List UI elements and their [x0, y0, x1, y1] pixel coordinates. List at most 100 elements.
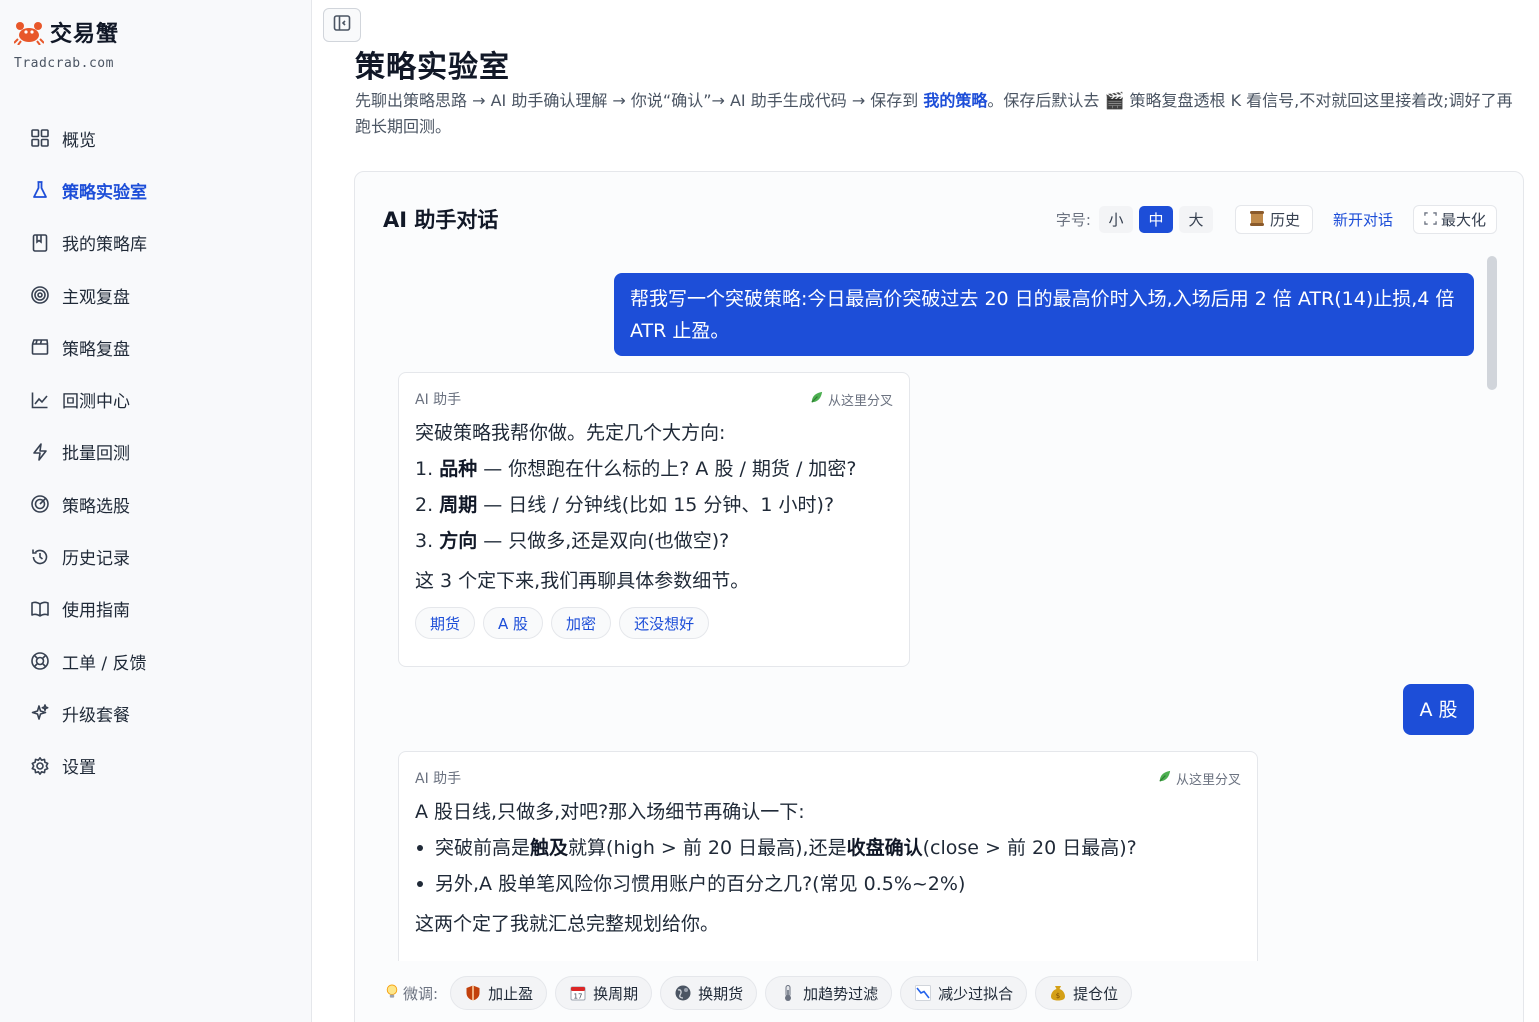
finetune-button-label: 换期货 — [698, 984, 744, 1003]
chat-toolbar: 字号: 小 中 大 历史 新开对话 最大化 — [1056, 205, 1497, 234]
my-strategies-link[interactable]: 我的策略 — [923, 91, 987, 110]
history-icon — [30, 547, 50, 567]
page-description: 先聊出策略思路 → AI 助手确认理解 → 你说“确认”→ AI 助手生成代码 … — [355, 88, 1520, 140]
page-description-text: 先聊出策略思路 → AI 助手确认理解 → 你说“确认”→ AI 助手生成代码 … — [355, 91, 924, 110]
sidebar-item-label: 设置 — [62, 758, 96, 779]
lightning-icon — [30, 442, 50, 462]
sidebar-item-guide[interactable]: 使用指南 — [0, 583, 312, 635]
shield-icon — [464, 984, 482, 1002]
sidebar-item-my-strategies[interactable]: 我的策略库 — [0, 217, 312, 269]
fork-label: 从这里分叉 — [827, 393, 893, 409]
sidebar-item-label: 回测中心 — [62, 392, 130, 413]
ai-chat-panel: AI 助手对话 字号: 小 中 大 历史 新开对话 最大化 帮我写一个突破策略:… — [354, 171, 1524, 1022]
line-chart-icon — [30, 390, 50, 410]
sidebar-item-strategy-lab[interactable]: 策略实验室 — [0, 164, 312, 216]
new-chat-button[interactable]: 新开对话 — [1333, 209, 1393, 230]
font-size-small-button[interactable]: 小 — [1098, 206, 1133, 233]
brand-url: Tradcrab.com — [14, 56, 114, 71]
sidebar-item-label: 策略选股 — [62, 496, 130, 517]
page-title: 策略实验室 — [355, 50, 510, 85]
lightbulb-icon — [385, 983, 399, 1004]
sidebar-collapse-icon — [332, 13, 352, 37]
finetune-bar: 微调: 加止盈 17 换周期 换期货 加趋势过滤 减少过拟合 $ 提仓位 — [385, 976, 1133, 1010]
maximize-icon — [1424, 211, 1437, 229]
clapperboard-icon — [30, 337, 50, 357]
finetune-button-label: 减少过拟合 — [938, 984, 1014, 1003]
sidebar-item-label: 历史记录 — [62, 549, 130, 570]
fork-label: 从这里分叉 — [1175, 772, 1241, 788]
scroll-icon — [1248, 209, 1266, 231]
flask-icon — [30, 180, 50, 200]
sidebar-item-subjective-review[interactable]: 主观复盘 — [0, 269, 312, 321]
sidebar-item-overview[interactable]: 概览 — [0, 112, 312, 164]
list-item: 1. 品种 — 你想跑在什么标的上? A 股 / 期货 / 加密? — [415, 458, 857, 480]
finetune-button-label: 加趋势过滤 — [803, 984, 879, 1003]
money-bag-icon: $ — [1049, 984, 1067, 1002]
brand-name: 交易蟹 — [50, 22, 120, 47]
quick-reply-a-share[interactable]: A 股 — [483, 607, 544, 639]
finetune-label-wrap: 微调: — [385, 983, 438, 1004]
sidebar-item-label: 策略实验室 — [62, 182, 147, 203]
trend-down-icon — [914, 984, 932, 1002]
sidebar-item-backtest-center[interactable]: 回测中心 — [0, 373, 312, 425]
finetune-add-take-profit-button[interactable]: 加止盈 — [450, 976, 548, 1010]
finetune-change-period-button[interactable]: 17 换周期 — [555, 976, 653, 1010]
sidebar-item-label: 升级套餐 — [62, 705, 130, 726]
bookmark-icon — [30, 233, 50, 253]
sidebar-item-settings[interactable]: 设置 — [0, 740, 312, 792]
maximize-button[interactable]: 最大化 — [1412, 205, 1497, 234]
finetune-increase-position-button[interactable]: $ 提仓位 — [1035, 976, 1133, 1010]
sidebar: 交易蟹 Tradcrab.com 概览 策略实验室 我的策略库 主观复盘 策略复… — [0, 0, 312, 1022]
book-icon — [30, 599, 50, 619]
chat-title: AI 助手对话 — [383, 208, 499, 232]
sidebar-item-history[interactable]: 历史记录 — [0, 530, 312, 582]
finetune-button-label: 提仓位 — [1073, 984, 1119, 1003]
finetune-reduce-overfitting-button[interactable]: 减少过拟合 — [900, 976, 1028, 1010]
finetune-switch-futures-button[interactable]: 换期货 — [660, 976, 758, 1010]
globe-icon — [674, 984, 692, 1002]
ai-message-intro: 突破策略我帮你做。先定几个大方向: — [415, 422, 726, 444]
ai-message-outro: 这 3 个定下来,我们再聊具体参数细节。 — [415, 570, 750, 592]
fork-button[interactable]: 从这里分叉 — [809, 390, 893, 409]
chat-scrollbar[interactable] — [1487, 256, 1497, 390]
quick-reply-undecided[interactable]: 还没想好 — [619, 607, 710, 639]
crab-logo-icon — [13, 19, 45, 46]
ai-message-outro: 这两个定了我就汇总完整规划给你。 — [415, 913, 720, 935]
user-message: A 股 — [1403, 684, 1474, 735]
sparkle-icon — [30, 703, 50, 723]
maximize-label: 最大化 — [1440, 211, 1486, 229]
sidebar-toggle-button[interactable] — [323, 8, 361, 42]
list-item: 2. 周期 — 日线 / 分钟线(比如 15 分钟、1 小时)? — [415, 494, 835, 516]
fork-button[interactable]: 从这里分叉 — [1157, 769, 1241, 788]
history-button[interactable]: 历史 — [1234, 205, 1313, 234]
quick-reply-crypto[interactable]: 加密 — [551, 607, 612, 639]
finetune-button-label: 加止盈 — [488, 984, 534, 1003]
calendar-icon: 17 — [569, 984, 587, 1002]
sidebar-item-strategy-review[interactable]: 策略复盘 — [0, 321, 312, 373]
sidebar-item-label: 概览 — [62, 130, 96, 151]
svg-text:$: $ — [1056, 992, 1060, 1000]
user-message: 帮我写一个突破策略:今日最高价突破过去 20 日的最高价时入场,入场后用 2 倍… — [614, 273, 1474, 356]
radar-icon — [30, 494, 50, 514]
sidebar-item-label: 我的策略库 — [62, 235, 147, 256]
ai-sender-label: AI 助手 — [415, 392, 462, 408]
finetune-trend-filter-button[interactable]: 加趋势过滤 — [765, 976, 893, 1010]
ai-message: AI 助手 从这里分叉 突破策略我帮你做。先定几个大方向: 1. 品种 — 你想… — [398, 372, 910, 667]
brand[interactable]: 交易蟹 Tradcrab.com — [13, 16, 120, 71]
font-size-medium-button[interactable]: 中 — [1138, 206, 1173, 233]
history-label: 历史 — [1269, 211, 1300, 229]
finetune-button-label: 换周期 — [593, 984, 639, 1003]
font-size-large-button[interactable]: 大 — [1178, 206, 1213, 233]
sidebar-item-label: 主观复盘 — [62, 287, 130, 308]
lifebuoy-icon — [30, 651, 50, 671]
quick-reply-futures[interactable]: 期货 — [415, 607, 476, 639]
sidebar-item-feedback[interactable]: 工单 / 反馈 — [0, 635, 312, 687]
target-icon — [30, 285, 50, 305]
leaf-icon — [1157, 769, 1172, 788]
ai-message: AI 助手 从这里分叉 A 股日线,只做多,对吧?那入场细节再确认一下: 突破前… — [398, 751, 1258, 961]
grid-icon — [30, 128, 50, 148]
sidebar-item-stock-screener[interactable]: 策略选股 — [0, 478, 312, 530]
sidebar-item-batch-backtest[interactable]: 批量回测 — [0, 426, 312, 478]
sidebar-item-label: 批量回测 — [62, 444, 130, 465]
sidebar-item-upgrade[interactable]: 升级套餐 — [0, 687, 312, 739]
